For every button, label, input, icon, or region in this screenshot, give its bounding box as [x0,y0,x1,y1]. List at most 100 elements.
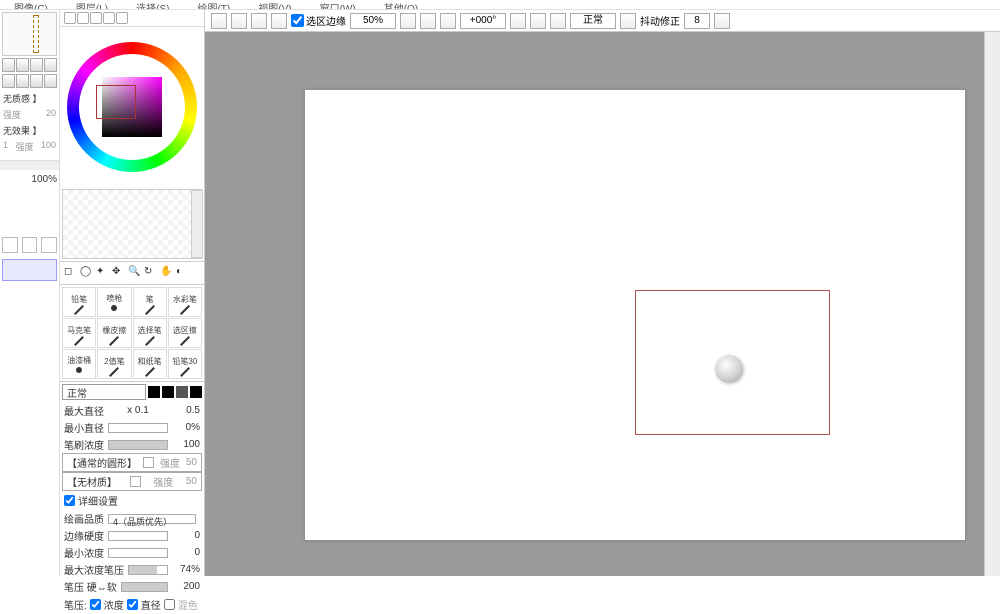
brush-pencil30[interactable]: 铅笔30 [168,349,202,379]
nav-btn[interactable] [2,74,15,88]
move-icon[interactable]: ✥ [112,266,126,280]
nav-btn[interactable] [16,58,29,72]
lasso-icon[interactable]: ◯ [80,266,94,280]
blend-mode-select[interactable]: 正常 [62,384,146,400]
quality-label: 绘画品质 [64,511,104,526]
nav-btn[interactable] [16,74,29,88]
hsv-tab-icon[interactable] [90,12,102,24]
blend-mode-row: 正常 [60,381,204,402]
cb-blend[interactable] [164,599,175,610]
colorwheel-tab-icon[interactable] [64,12,76,24]
brush-brush[interactable]: 笔 [133,287,167,317]
max-dens-press-val: 74% [172,564,200,575]
cb-density[interactable] [90,599,101,610]
tool-icon[interactable] [2,237,18,253]
press-hard-slider[interactable] [121,582,168,592]
menu-bar[interactable]: 图像(C) 图层(L) 选择(S) 绘图(T) 视图(V) 窗口(W) 其他(O… [0,0,1000,10]
max-size-label: 最大直径 [64,403,104,418]
brush-grid: 铅笔 喷枪 笔 水彩笔 马克笔 橡皮擦 选择笔 选区擦 油漆桶 2值笔 和纸笔 … [60,284,204,381]
angle-field[interactable]: +000° [460,13,506,29]
brush-watercolor[interactable]: 水彩笔 [168,287,202,317]
sv-square[interactable] [102,77,162,137]
brush-selerase[interactable]: 选区擦 [168,318,202,348]
layer-thumbnail-selected[interactable] [2,259,57,281]
nav-btn[interactable] [2,58,15,72]
menu-item[interactable]: 选择(S) [132,0,173,9]
dropdown-icon[interactable] [143,457,154,468]
brush-pencil[interactable]: 铅笔 [62,287,96,317]
blend-mode-field[interactable]: 正常 [570,13,616,29]
tb-btn[interactable] [211,13,227,29]
effect-index: 1 [3,140,8,153]
density-slider[interactable] [108,440,168,450]
cb-diameter[interactable] [127,599,138,610]
rgb-tab-icon[interactable] [77,12,89,24]
edge-slider[interactable] [108,531,168,541]
menu-item[interactable]: 绘图(T) [193,0,234,9]
brush-paper[interactable]: 和纸笔 [133,349,167,379]
nav-btn[interactable] [44,74,57,88]
rotate-ccw-icon[interactable] [510,13,526,29]
marquee-icon[interactable]: ◻ [64,266,78,280]
color-picker-icon[interactable]: ◐ [176,266,190,280]
detail-settings-checkbox[interactable] [64,495,75,506]
zoom-fit-icon[interactable] [440,13,456,29]
min-dens-slider[interactable] [108,548,168,558]
dropdown-icon[interactable] [130,476,141,487]
brush-binary[interactable]: 2值笔 [97,349,131,379]
nav-btn[interactable] [44,58,57,72]
tb-btn[interactable] [251,13,267,29]
vertical-scrollbar[interactable] [984,32,1000,576]
press-hard-label: 笔压 硬⇔软 [64,579,117,594]
nav-btn[interactable] [30,58,43,72]
brush-selpen[interactable]: 选择笔 [133,318,167,348]
pressure-label: 笔压: [64,597,87,612]
slider-track[interactable] [0,160,59,170]
zoom-icon[interactable]: 🔍 [128,266,142,280]
texture-label: 无质感 】 [0,90,59,107]
tool-icon[interactable] [41,237,57,253]
color-tabs [60,10,204,27]
tb-btn[interactable] [271,13,287,29]
max-size-val[interactable]: 0.5 [172,405,200,416]
zoom-field[interactable]: 50% [350,13,396,29]
max-dens-press-slider[interactable] [128,565,168,575]
brush-bucket[interactable]: 油漆桶 [62,349,96,379]
dropdown-icon[interactable] [620,13,636,29]
dropdown-icon[interactable] [714,13,730,29]
shape-section[interactable]: 【通常的圆形】强度50 [62,453,202,472]
min-size-slider[interactable] [108,423,168,433]
max-size-mult: x 0.1 [127,405,149,416]
tb-btn[interactable] [231,13,247,29]
wand-icon[interactable]: ✦ [96,266,110,280]
stabilizer-field[interactable]: 8 [684,13,710,29]
nav-btn[interactable] [30,74,43,88]
zoom-out-icon[interactable] [400,13,416,29]
selection-edge-toggle[interactable]: 选区边缘 [291,13,346,28]
strength-label: 强度 [15,140,33,153]
texture-section[interactable]: 【无材质】强度50 [62,472,202,491]
hand-icon[interactable]: ✋ [160,266,174,280]
scrollbar[interactable] [191,190,203,258]
canvas-toolbar: 选区边缘 50% +000° 正常 抖动修正 8 [205,10,1000,32]
rotate-reset-icon[interactable] [550,13,566,29]
menu-item[interactable]: 其他(O) [380,0,422,9]
rotate-icon[interactable]: ↻ [144,266,158,280]
rotate-cw-icon[interactable] [530,13,546,29]
zoom-in-icon[interactable] [420,13,436,29]
menu-item[interactable]: 窗口(W) [316,0,360,9]
menu-item[interactable]: 图像(C) [10,0,52,9]
quality-select[interactable]: 4（品质优先） [108,514,196,524]
brush-marker[interactable]: 马克笔 [62,318,96,348]
palette-tab-icon[interactable] [103,12,115,24]
menu-item[interactable]: 图层(L) [72,0,112,9]
color-wheel[interactable] [60,27,204,187]
swatch-panel[interactable] [62,189,202,259]
navigator-thumbnail[interactable] [2,12,57,56]
brush-airbrush[interactable]: 喷枪 [97,287,131,317]
brush-eraser[interactable]: 橡皮擦 [97,318,131,348]
menu-item[interactable]: 视图(V) [254,0,295,9]
tool-icon[interactable] [22,237,38,253]
max-dens-press-label: 最大浓度笔压 [64,562,124,577]
scratchpad-tab-icon[interactable] [116,12,128,24]
